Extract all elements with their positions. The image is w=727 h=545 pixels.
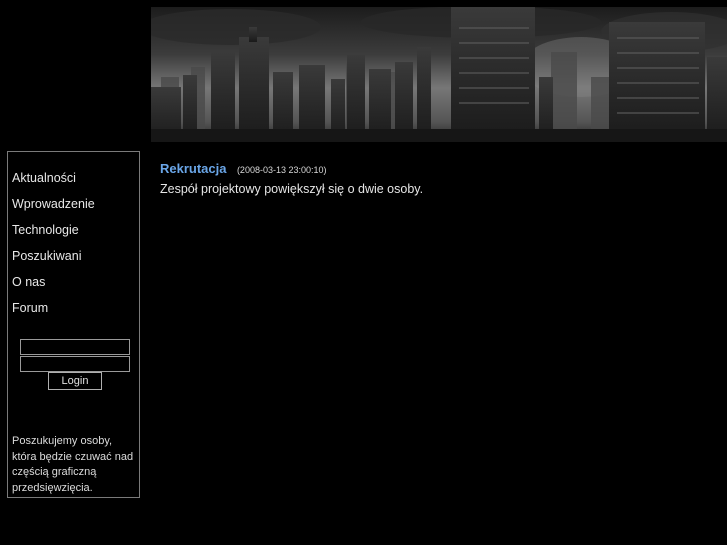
main-content: Rekrutacja (2008-03-13 23:00:10) Zespół … (160, 160, 720, 196)
post-body: Zespół projektowy powiększył się o dwie … (160, 182, 424, 196)
menu-item-forum[interactable]: Forum (12, 295, 95, 321)
menu-item-poszukiwani[interactable]: Poszukiwani (12, 243, 95, 269)
username-input[interactable] (20, 339, 130, 355)
sidebar: Aktualności Wprowadzenie Technologie Pos… (7, 151, 140, 498)
post-title-link[interactable]: Rekrutacja (160, 161, 226, 176)
menu-item-o-nas[interactable]: O nas (12, 269, 95, 295)
page: Aktualności Wprowadzenie Technologie Pos… (0, 0, 727, 545)
menu-item-technologie[interactable]: Technologie (12, 217, 95, 243)
post-date: (2008-03-13 23:00:10) (236, 165, 327, 175)
login-button[interactable]: Login (48, 372, 102, 390)
header-banner-image (151, 7, 727, 142)
password-input[interactable] (20, 356, 130, 372)
main-menu: Aktualności Wprowadzenie Technologie Pos… (12, 165, 95, 321)
recruitment-notice: Poszukujemy osoby, która będzie czuwać n… (12, 435, 134, 494)
login-form: Login (20, 339, 130, 390)
menu-item-wprowadzenie[interactable]: Wprowadzenie (12, 191, 95, 217)
post-header: Rekrutacja (2008-03-13 23:00:10) (160, 160, 720, 178)
menu-item-aktualnosci[interactable]: Aktualności (12, 165, 95, 191)
city-ruins-banner (151, 7, 727, 142)
